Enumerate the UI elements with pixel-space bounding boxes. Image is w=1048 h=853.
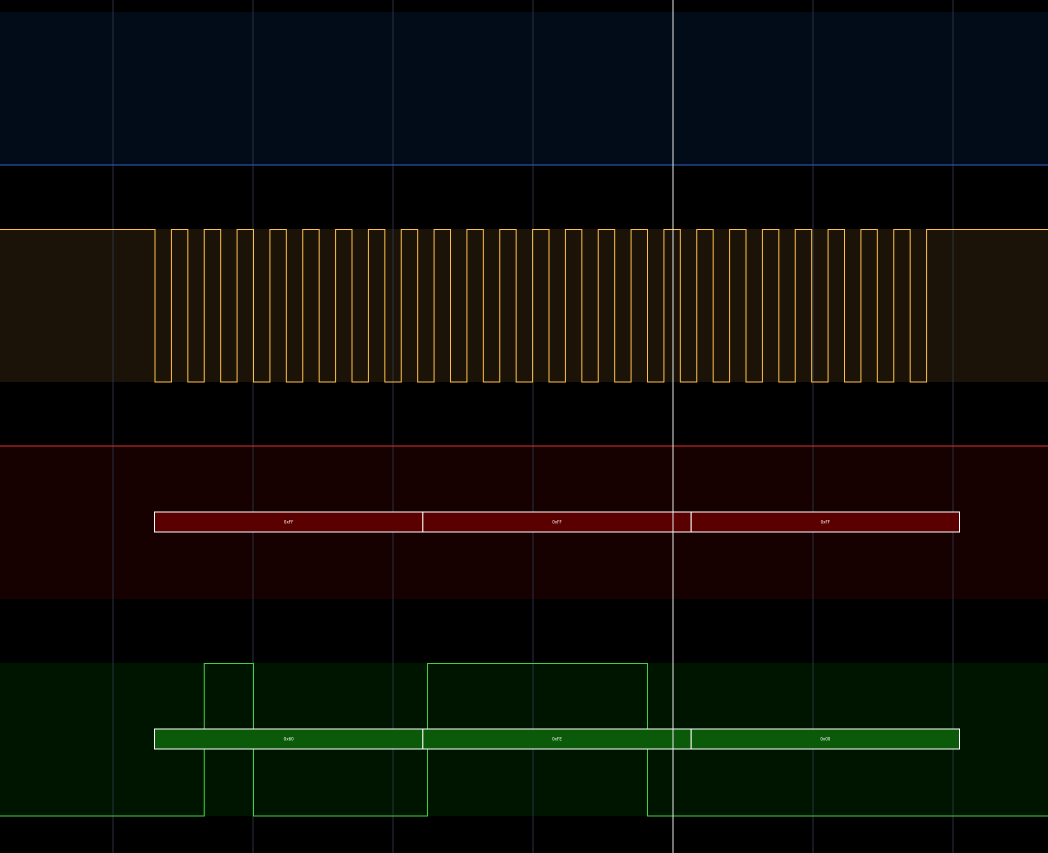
channel-3-byte-box[interactable]: 0xFF: [422, 511, 692, 533]
channel-3-byte-box[interactable]: 0xFF: [154, 511, 424, 533]
channel-4-byte-box[interactable]: 0x60: [154, 728, 424, 750]
channel-4-byte-label: 0x60: [284, 737, 294, 742]
channel-3-byte-box[interactable]: 0xFF: [690, 511, 961, 533]
channel-4-byte-label: 0x00: [820, 737, 830, 742]
channel-4-decoded-bytes: 0x60 0xFE 0x00: [154, 728, 961, 750]
logic-analyzer-waveform-view[interactable]: 0xFF 0xFF 0xFF 0x60 0xFE 0x00: [0, 0, 1048, 853]
channel-1-lane[interactable]: [0, 12, 1048, 165]
channel-3-byte-label: 0xFF: [552, 520, 562, 525]
channel-2-lane[interactable]: [0, 229, 1048, 382]
channel-4-byte-box[interactable]: 0xFE: [422, 728, 692, 750]
channel-3-byte-label: 0xFF: [284, 520, 294, 525]
channel-3-decoded-bytes: 0xFF 0xFF 0xFF: [154, 511, 961, 533]
channel-4-byte-label: 0xFE: [552, 737, 562, 742]
channel-3-byte-label: 0xFF: [821, 520, 831, 525]
channel-4-byte-box[interactable]: 0x00: [690, 728, 961, 750]
